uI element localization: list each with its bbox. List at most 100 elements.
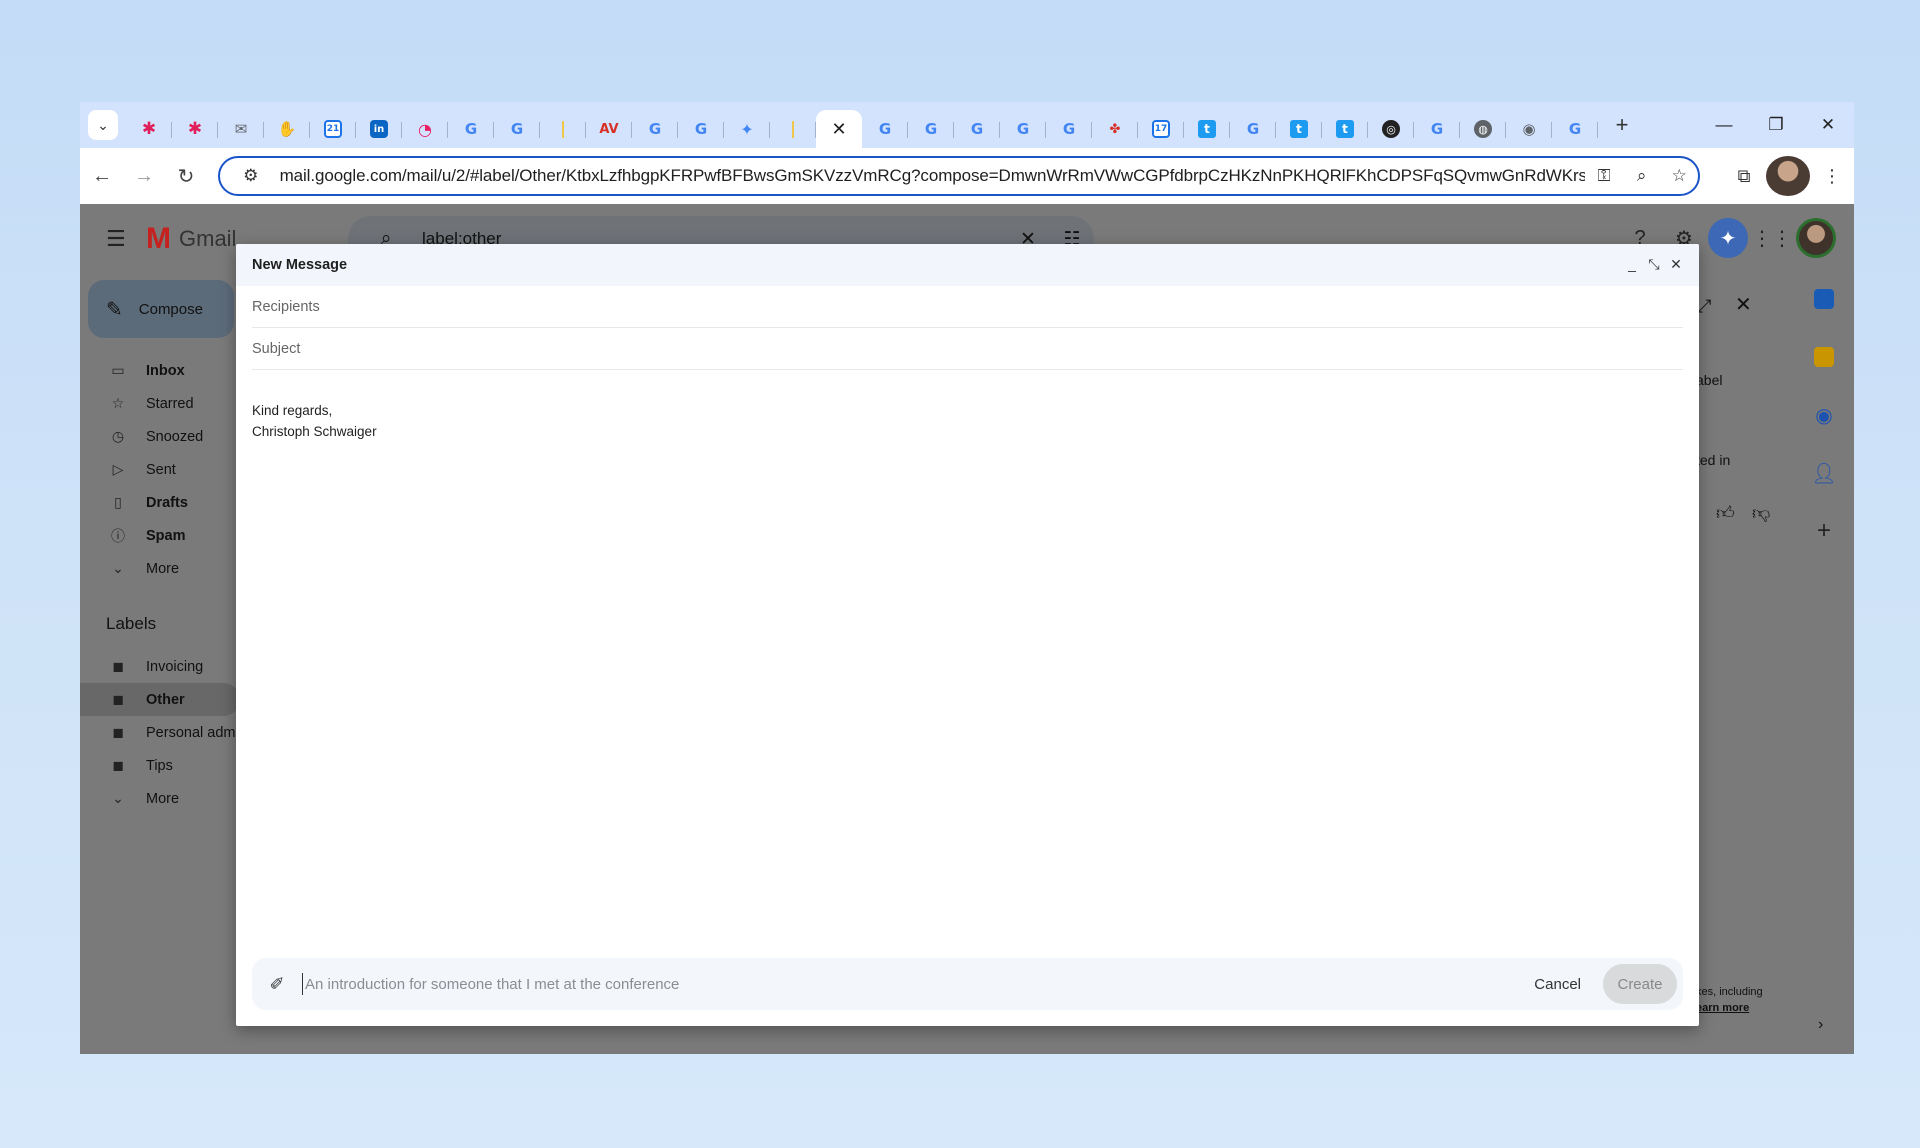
- thumbs-up-icon[interactable]: 👍︎: [1716, 502, 1735, 524]
- new-tab-button[interactable]: +: [1604, 112, 1640, 138]
- browser-tab[interactable]: ✱: [172, 110, 218, 148]
- close-icon[interactable]: ✕: [1665, 252, 1687, 276]
- restore-icon[interactable]: ❐: [1750, 102, 1802, 148]
- sidebar-item-sent[interactable]: ▷ Sent: [80, 453, 240, 486]
- browser-tab[interactable]: G: [678, 110, 724, 148]
- browser-tab[interactable]: G: [1230, 110, 1276, 148]
- reload-button[interactable]: ↻: [166, 156, 206, 196]
- sidebar-item-starred[interactable]: ☆ Starred: [80, 387, 240, 420]
- bookmark-star-icon[interactable]: ☆: [1660, 166, 1698, 186]
- compose-button[interactable]: ✎ Compose: [88, 280, 234, 338]
- extensions-icon[interactable]: ⧉: [1722, 156, 1766, 196]
- learn-more-link[interactable]: earn more: [1696, 1002, 1749, 1014]
- browser-tab[interactable]: G: [1552, 110, 1598, 148]
- sidebar-item-drafts[interactable]: ▯ Drafts: [80, 486, 240, 519]
- contacts-app-button[interactable]: 👤︎: [1794, 444, 1854, 502]
- browser-tab[interactable]: G: [908, 110, 954, 148]
- key-icon[interactable]: ⚿: [1585, 166, 1623, 186]
- browser-tab[interactable]: G: [448, 110, 494, 148]
- label-item-other[interactable]: ◼ Other: [80, 683, 240, 716]
- expand-icon[interactable]: ⤢: [1697, 296, 1711, 317]
- keep-app-button[interactable]: [1794, 328, 1854, 386]
- site-settings-icon[interactable]: ⚙: [232, 166, 270, 186]
- browser-tab[interactable]: ✤: [1092, 110, 1138, 148]
- browser-tab[interactable]: ✋: [264, 110, 310, 148]
- label-item-more[interactable]: ⌄ More: [80, 782, 240, 815]
- back-button[interactable]: ←: [82, 156, 122, 196]
- subject-field[interactable]: Subject: [252, 328, 1683, 370]
- close-window-icon[interactable]: ✕: [1802, 102, 1854, 148]
- browser-tab[interactable]: G: [862, 110, 908, 148]
- browser-tab[interactable]: ❘: [540, 110, 586, 148]
- browser-tab[interactable]: 21: [310, 110, 356, 148]
- browser-tab[interactable]: AV: [586, 110, 632, 148]
- sidebar-item-snoozed[interactable]: ◷ Snoozed: [80, 420, 240, 453]
- label-item-personal-adm[interactable]: ◼ Personal adm: [80, 716, 240, 749]
- more-vert-icon[interactable]: ⋮: [1810, 156, 1854, 196]
- side-panel-rail: ◉ 👤︎ +: [1794, 270, 1854, 560]
- browser-tab[interactable]: ◎: [1368, 110, 1414, 148]
- browser-tab[interactable]: G: [494, 110, 540, 148]
- url-text[interactable]: mail.google.com/mail/u/2/#label/Other/Kt…: [280, 166, 1586, 186]
- browser-tab[interactable]: ❘: [770, 110, 816, 148]
- browser-tab[interactable]: ✕: [816, 110, 862, 148]
- browser-tab[interactable]: t: [1184, 110, 1230, 148]
- browser-tab[interactable]: G: [632, 110, 678, 148]
- app-name: Gmail: [179, 226, 237, 251]
- browser-tab[interactable]: G: [1414, 110, 1460, 148]
- browser-tab[interactable]: in: [356, 110, 402, 148]
- browser-tab[interactable]: ◔: [402, 110, 448, 148]
- browser-tab[interactable]: ✱: [126, 110, 172, 148]
- gemini-button[interactable]: ✦: [1706, 218, 1750, 258]
- t-icon: t: [1290, 120, 1308, 138]
- browser-tab[interactable]: t: [1276, 110, 1322, 148]
- tasks-app-button[interactable]: ◉: [1794, 386, 1854, 444]
- peek-text: ted in: [1696, 452, 1731, 468]
- account-button[interactable]: [1794, 218, 1838, 258]
- minimize-icon[interactable]: _: [1621, 252, 1643, 276]
- profile-button[interactable]: [1766, 156, 1810, 196]
- browser-tab[interactable]: ◉: [1506, 110, 1552, 148]
- minimize-icon[interactable]: —: [1698, 102, 1750, 148]
- sidebar-item-inbox[interactable]: ▭ Inbox: [80, 354, 240, 387]
- browser-tab[interactable]: G: [954, 110, 1000, 148]
- browser-tab[interactable]: G: [1000, 110, 1046, 148]
- cancel-button[interactable]: Cancel: [1534, 976, 1581, 993]
- menu-icon[interactable]: ☰: [106, 226, 126, 252]
- tab-strip: ⌄ ✱ ✱ ✉ ✋ 21 in ◔ G G ❘ AV G G ✦ ❘ ✕ G G G G G ✤ 17 t Gt t ◎ G ◍ ◉ G +…: [80, 102, 1854, 148]
- label-item-invoicing[interactable]: ◼ Invoicing: [80, 650, 240, 683]
- label-item-text: More: [146, 790, 180, 807]
- help-me-write-input[interactable]: [302, 973, 1535, 995]
- recipients-field[interactable]: Recipients: [252, 286, 1683, 328]
- pinwheel-icon: ✤: [1109, 121, 1121, 137]
- arrow-left-icon: ←: [92, 164, 112, 187]
- create-button[interactable]: Create: [1603, 964, 1677, 1004]
- thumbs-down-icon[interactable]: 👎︎: [1752, 502, 1770, 524]
- sidebar-item-label: Inbox: [146, 362, 185, 379]
- sidebar-item-spam[interactable]: ⓘ Spam: [80, 519, 240, 552]
- chevron-right-icon[interactable]: ›: [1818, 1016, 1823, 1034]
- globe-icon: ◍: [1474, 120, 1492, 138]
- browser-tab[interactable]: t: [1322, 110, 1368, 148]
- sidebar-item-more[interactable]: ⌄ More: [80, 552, 240, 585]
- chevron-down-icon: ⌄: [112, 790, 124, 806]
- browser-tab[interactable]: ✉: [218, 110, 264, 148]
- google-icon: G: [924, 120, 938, 138]
- calendar-app-button[interactable]: [1794, 270, 1854, 328]
- gmail-logo[interactable]: M Gmail: [146, 222, 236, 256]
- address-bar[interactable]: ⚙ mail.google.com/mail/u/2/#label/Other/…: [218, 156, 1700, 196]
- tab-search-button[interactable]: ⌄: [88, 110, 118, 140]
- message-body[interactable]: Kind regards, Christoph Schwaiger: [252, 400, 1683, 442]
- close-panel-icon[interactable]: ✕: [1735, 292, 1752, 317]
- browser-tab[interactable]: ◍: [1460, 110, 1506, 148]
- zoom-icon[interactable]: ⌕: [1623, 166, 1661, 186]
- exit-fullscreen-icon[interactable]: ⤡: [1643, 252, 1665, 276]
- browser-tab[interactable]: 17: [1138, 110, 1184, 148]
- browser-tab[interactable]: G: [1046, 110, 1092, 148]
- browser-tab[interactable]: ✦: [724, 110, 770, 148]
- label-item-tips[interactable]: ◼ Tips: [80, 749, 240, 782]
- apps-grid-icon[interactable]: ⋮⋮: [1750, 218, 1794, 258]
- forward-button[interactable]: →: [124, 156, 164, 196]
- add-addon-button[interactable]: +: [1794, 502, 1854, 560]
- close-icon[interactable]: ✕: [830, 119, 848, 140]
